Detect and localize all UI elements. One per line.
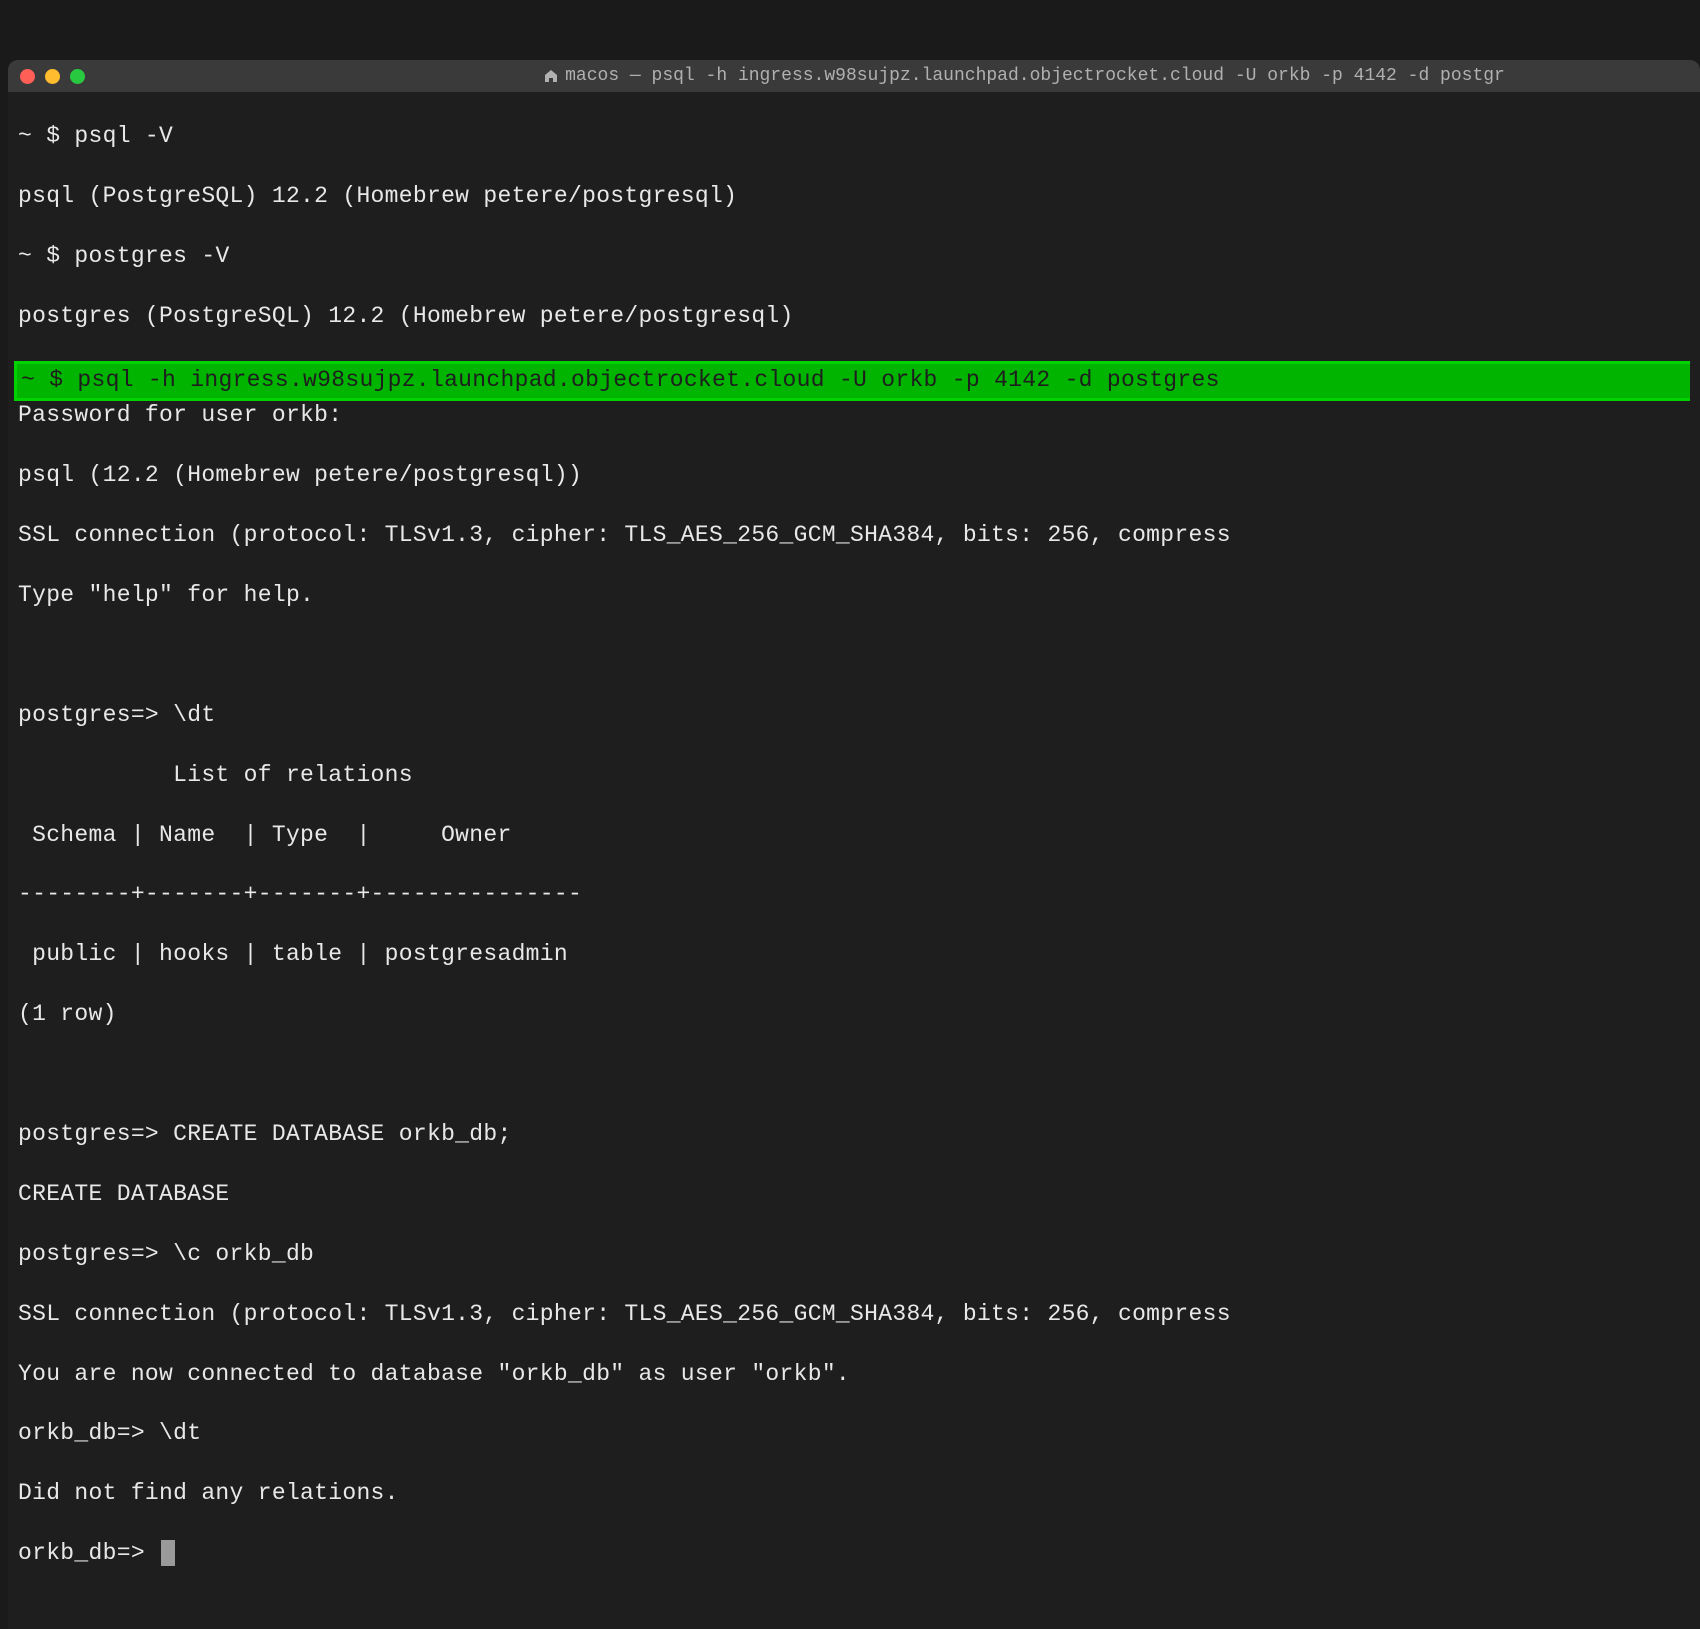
psql-prompt-line: postgres=> CREATE DATABASE orkb_db;: [18, 1120, 1690, 1150]
table-header: Schema | Name | Type | Owner: [18, 821, 1690, 851]
psql-prompt: orkb_db=>: [18, 1540, 159, 1566]
command: CREATE DATABASE orkb_db;: [173, 1121, 511, 1147]
output-line: You are now connected to database "orkb_…: [18, 1360, 1690, 1390]
command: psql -V: [74, 123, 173, 149]
shell-prompt: ~ $: [18, 123, 74, 149]
output-line: List of relations: [18, 761, 1690, 791]
output-line: SSL connection (protocol: TLSv1.3, ciphe…: [18, 1300, 1690, 1330]
table-row: public | hooks | table | postgresadmin: [18, 940, 1690, 970]
output-line: (1 row): [18, 1000, 1690, 1030]
output-line: SSL connection (protocol: TLSv1.3, ciphe…: [18, 521, 1690, 551]
shell-prompt-line: ~ $ postgres -V: [18, 242, 1690, 272]
highlighted-command-line: ~ $ psql -h ingress.w98sujpz.launchpad.o…: [14, 361, 1690, 401]
psql-prompt: orkb_db=>: [18, 1420, 159, 1446]
blank-line: [18, 1060, 1690, 1090]
psql-prompt: postgres=>: [18, 1241, 173, 1267]
shell-prompt: ~ $: [21, 367, 77, 393]
terminal-content[interactable]: ~ $ psql -V psql (PostgreSQL) 12.2 (Home…: [8, 92, 1700, 1629]
table-divider: --------+-------+-------+---------------: [18, 880, 1690, 910]
blank-line: [18, 641, 1690, 671]
output-line: CREATE DATABASE: [18, 1180, 1690, 1210]
home-icon: [543, 68, 559, 84]
command: postgres -V: [74, 243, 229, 269]
window-title: macos — psql -h ingress.w98sujpz.launchp…: [8, 66, 1700, 86]
terminal-window: macos — psql -h ingress.w98sujpz.launchp…: [8, 60, 1700, 1629]
psql-prompt-line: orkb_db=>: [18, 1539, 1690, 1569]
command: \c orkb_db: [173, 1241, 314, 1267]
command: \dt: [173, 702, 215, 728]
command: \dt: [159, 1420, 201, 1446]
output-line: Did not find any relations.: [18, 1479, 1690, 1509]
psql-prompt-line: postgres=> \c orkb_db: [18, 1240, 1690, 1270]
psql-prompt-line: orkb_db=> \dt: [18, 1419, 1690, 1449]
psql-prompt: postgres=>: [18, 702, 173, 728]
command: psql -h ingress.w98sujpz.launchpad.objec…: [77, 367, 1219, 393]
psql-prompt-line: postgres=> \dt: [18, 701, 1690, 731]
output-line: postgres (PostgreSQL) 12.2 (Homebrew pet…: [18, 302, 1690, 332]
cursor: [161, 1540, 175, 1566]
shell-prompt-line: ~ $ psql -V: [18, 122, 1690, 152]
output-line: Type "help" for help.: [18, 581, 1690, 611]
output-line: psql (12.2 (Homebrew petere/postgresql)): [18, 461, 1690, 491]
shell-prompt: ~ $: [18, 243, 74, 269]
psql-prompt: postgres=>: [18, 1121, 173, 1147]
titlebar[interactable]: macos — psql -h ingress.w98sujpz.launchp…: [8, 60, 1700, 92]
output-line: Password for user orkb:: [18, 401, 1690, 431]
window-title-text: macos — psql -h ingress.w98sujpz.launchp…: [565, 66, 1505, 86]
output-line: psql (PostgreSQL) 12.2 (Homebrew petere/…: [18, 182, 1690, 212]
